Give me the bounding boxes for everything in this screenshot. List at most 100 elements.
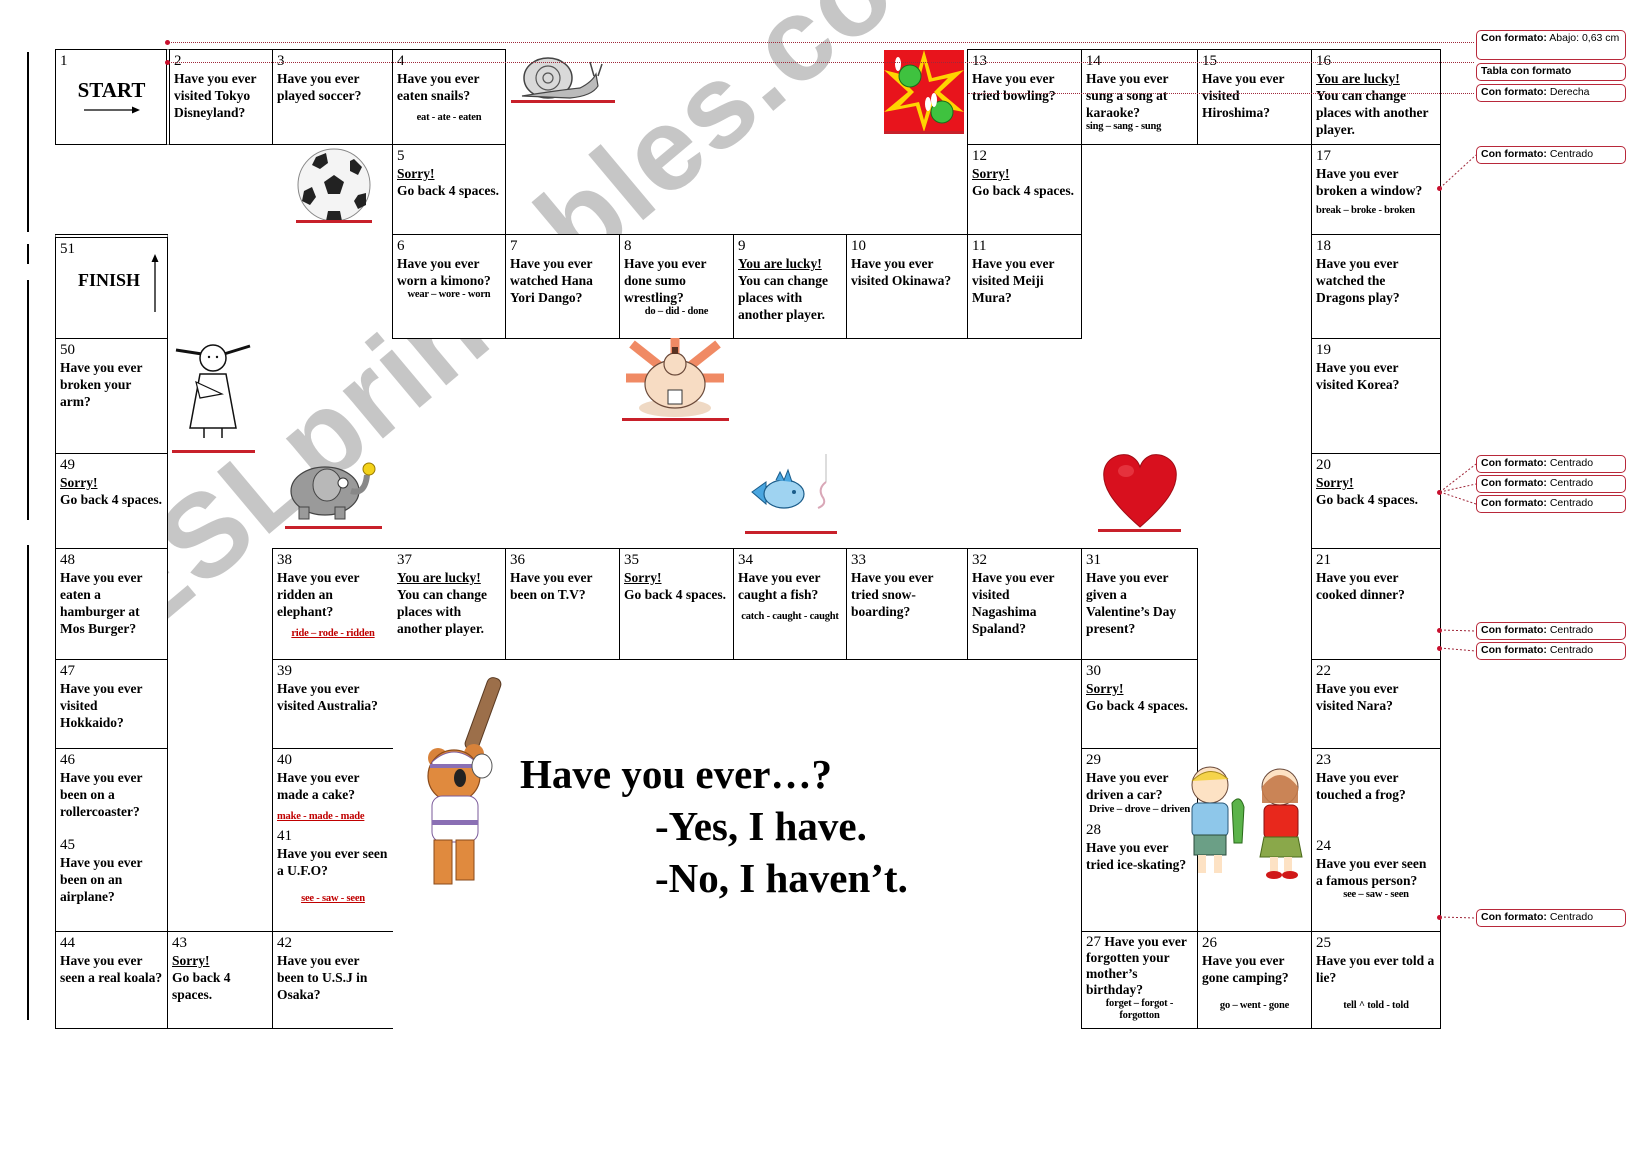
square-question: Have you ever visited Korea? — [1316, 360, 1400, 392]
square-question: Have you ever told a lie? — [1316, 953, 1435, 985]
sumo-wrestler-picture — [626, 338, 724, 417]
square-number: 14 — [1086, 53, 1101, 69]
square-number: 26 — [1202, 935, 1217, 951]
square-question: Have you ever driven a car? — [1086, 770, 1169, 802]
comment-balloon[interactable]: Con formato: Centrado — [1476, 475, 1626, 493]
square-question: Have you ever forgotten your mother’s bi… — [1086, 934, 1187, 997]
square-number: 17 — [1316, 148, 1331, 164]
square-36: 36 Have you ever been on T.V? — [505, 548, 620, 660]
square-number: 22 — [1316, 663, 1331, 679]
square-question: Have you ever tried ice-skating? — [1086, 840, 1187, 872]
kids-with-frog-picture — [1191, 766, 1303, 879]
koala-batter-picture — [427, 677, 502, 885]
verb-forms: forget – forgot - forgotton — [1105, 998, 1174, 1021]
verb-forms: see – saw - seen — [1343, 889, 1409, 900]
square-40-41: 40 Have you ever made a cake? make - mad… — [272, 748, 393, 932]
comment-type: Con formato: — [1481, 497, 1547, 509]
square-question: Have you ever played soccer? — [277, 71, 362, 103]
square-question: Go back 4 spaces. — [624, 587, 727, 602]
square-question: Go back 4 spaces. — [1316, 492, 1419, 507]
square-number: 5 — [397, 148, 405, 164]
comment-type: Con formato: — [1481, 644, 1547, 656]
verb-forms: eat - ate - eaten — [416, 112, 482, 123]
square-number: 13 — [972, 53, 987, 69]
square-number: 45 — [60, 837, 75, 853]
verb-forms: ride – rode - ridden — [291, 628, 375, 639]
square-number: 30 — [1086, 663, 1101, 679]
verb-forms: make - made - made — [277, 811, 365, 822]
square-number: 28 — [1086, 822, 1101, 838]
square-37: 37 You are lucky! You can change places … — [397, 551, 505, 637]
comment-balloon[interactable]: Con formato: Centrado — [1476, 622, 1626, 640]
comment-balloon[interactable]: Con formato: Centrado — [1476, 909, 1626, 927]
square-5: 5 Sorry! Go back 4 spaces. — [392, 144, 506, 235]
square-27: 27 Have you ever forgotten your mother’s… — [1081, 931, 1198, 1029]
picture-underline — [172, 450, 255, 453]
square-question: You can change places with another playe… — [1316, 88, 1429, 137]
square-13: 13 Have you ever tried bowling? — [967, 49, 1082, 145]
heart-picture — [1103, 454, 1177, 528]
comment-balloon[interactable]: Con formato: Abajo: 0,63 cm — [1476, 30, 1626, 60]
comment-balloon[interactable]: Con formato: Centrado — [1476, 495, 1626, 513]
square-37-38: 38 Have you ever ridden an elephant? rid… — [272, 548, 506, 660]
square-31: 31 Have you ever given a Valentine’s Day… — [1081, 548, 1198, 660]
square-question: Go back 4 spaces. — [60, 492, 163, 507]
square-question: Have you ever gone camping? — [1202, 953, 1289, 985]
square-question: Have you ever been to U.S.J in Osaka? — [277, 953, 368, 1002]
change-bar — [27, 52, 29, 232]
square-number: 25 — [1316, 935, 1331, 951]
square-23-24: 23 Have you ever touched a frog? 24 Have… — [1311, 748, 1441, 932]
square-number: 33 — [851, 552, 866, 568]
square-question: Have you ever visited Nagashima Spaland? — [972, 570, 1055, 636]
square-number: 36 — [510, 552, 525, 568]
comment-type: Con formato: — [1481, 86, 1547, 98]
square-35: 35 Sorry! Go back 4 spaces. — [619, 548, 734, 660]
square-heading: You are lucky! — [1316, 71, 1400, 86]
comment-type: Con formato: — [1481, 148, 1547, 160]
square-question: Have you ever tried snow-boarding? — [851, 570, 934, 619]
square-number: 4 — [397, 53, 405, 69]
square-question: Have you ever visited Okinawa? — [851, 256, 952, 288]
comment-anchor — [165, 60, 170, 65]
square-18: 18 Have you ever watched the Dragons pla… — [1311, 234, 1441, 339]
square-49: 49 Sorry! Go back 4 spaces. — [55, 453, 168, 549]
comment-text: Abajo: 0,63 cm — [1546, 32, 1620, 44]
square-7: 7 Have you ever watched Hana Yori Dango? — [505, 234, 620, 339]
square-20: 20 Sorry! Go back 4 spaces. — [1311, 453, 1441, 549]
comment-text: Centrado — [1546, 644, 1594, 656]
comment-leader-line — [168, 42, 1474, 43]
square-number: 16 — [1316, 53, 1331, 69]
comment-type: Con formato: — [1481, 911, 1547, 923]
title-answer-yes: -Yes, I have. — [655, 803, 867, 849]
square-10: 10 Have you ever visited Okinawa? — [846, 234, 968, 339]
comment-type: Con formato: — [1481, 477, 1547, 489]
square-11: 11 Have you ever visited Meiji Mura? — [967, 234, 1082, 339]
square-number: 46 — [60, 752, 75, 768]
comment-balloon[interactable]: Con formato: Centrado — [1476, 642, 1626, 660]
square-6: 6 Have you ever worn a kimono? wear – wo… — [392, 234, 506, 339]
comment-balloon[interactable]: Con formato: Centrado — [1476, 146, 1626, 164]
square-question: Have you ever broken a window? — [1316, 166, 1423, 198]
comment-balloon[interactable]: Tabla con formato — [1476, 63, 1626, 81]
square-heading: Sorry! — [172, 953, 210, 968]
square-22: 22 Have you ever visited Nara? — [1311, 659, 1441, 749]
square-number: 29 — [1086, 752, 1101, 768]
comment-balloon[interactable]: Con formato: Derecha — [1476, 84, 1626, 102]
square-4: 4 Have you ever eaten snails? eat - ate … — [392, 49, 506, 145]
comment-text: Centrado — [1546, 624, 1594, 636]
square-45-46: 46 Have you ever been on a rollercoaster… — [55, 748, 168, 932]
comment-type: Con formato: — [1481, 624, 1547, 636]
square-heading: Sorry! — [60, 475, 98, 490]
square-number: 21 — [1316, 552, 1331, 568]
square-heading: Sorry! — [1086, 681, 1124, 696]
finish-label: FINISH — [78, 270, 141, 290]
comment-leader-lines — [1440, 154, 1477, 919]
square-42: 42 Have you ever been to U.S.J in Osaka? — [272, 931, 393, 1029]
square-number: 44 — [60, 935, 75, 951]
square-question: Have you ever broken your arm? — [60, 360, 143, 409]
square-number: 3 — [277, 53, 285, 69]
verb-forms: tell ^ told - told — [1343, 1000, 1409, 1011]
picture-underline — [511, 100, 615, 103]
comment-balloon[interactable]: Con formato: Centrado — [1476, 455, 1626, 473]
verb-forms: wear – wore - worn — [407, 289, 491, 300]
